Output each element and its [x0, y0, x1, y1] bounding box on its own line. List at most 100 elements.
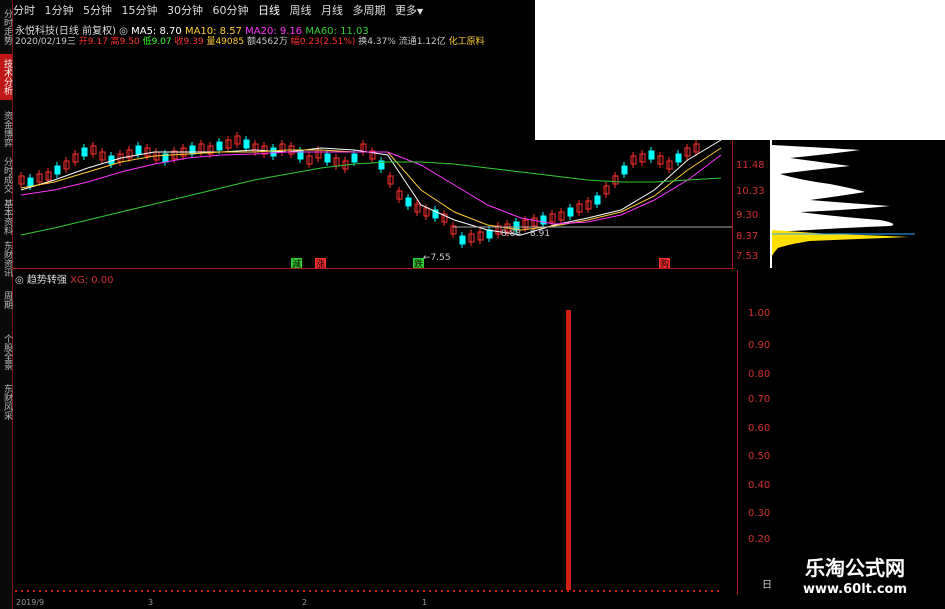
baseline-dot [405, 590, 407, 592]
baseline-dot [543, 590, 545, 592]
candle [486, 229, 493, 239]
sidebar-item-jishu[interactable]: 技术分析 [0, 54, 12, 100]
baseline-dot [327, 590, 329, 592]
tab-30min[interactable]: 30分钟 [167, 3, 203, 19]
baseline-dot [633, 590, 635, 592]
baseline-dot [39, 590, 41, 592]
baseline-dot [423, 590, 425, 592]
sidebar-item-chengjiao[interactable]: 分时成交 [0, 156, 12, 194]
baseline-dot [429, 590, 431, 592]
baseline-dot [177, 590, 179, 592]
baseline-dot [87, 590, 89, 592]
candle [567, 207, 574, 217]
baseline-dot [267, 590, 269, 592]
baseline-dot [117, 590, 119, 592]
sidebar-item-zhouqi[interactable]: 周期 [0, 284, 12, 316]
baseline-dot [363, 590, 365, 592]
baseline-dot [33, 590, 35, 592]
baseline-dot [375, 590, 377, 592]
sidebar-item-zixun[interactable]: 东财资讯 [0, 240, 12, 278]
baseline-dot [591, 590, 593, 592]
tab-monthly[interactable]: 月线 [321, 3, 343, 19]
signal-label: 购 [660, 258, 669, 268]
baseline-dot [681, 590, 683, 592]
candle [405, 197, 412, 207]
tab-15min[interactable]: 15分钟 [122, 3, 158, 19]
candle [27, 177, 34, 187]
baseline-dot [579, 590, 581, 592]
baseline-dot [219, 590, 221, 592]
chip-distribution [770, 140, 915, 268]
baseline-dot [525, 590, 527, 592]
baseline-dot [435, 590, 437, 592]
watermark-url: www.60lt.com [802, 582, 908, 597]
ma10-line [20, 147, 722, 231]
tab-more[interactable]: 更多▼ [395, 3, 423, 20]
sidebar-item-zijin[interactable]: 资金博弈 [0, 106, 12, 152]
baseline-dot [15, 590, 17, 592]
baseline-dot [663, 590, 665, 592]
tab-weekly[interactable]: 周线 [290, 3, 312, 19]
baseline-dot [183, 590, 185, 592]
price-tick: 9.30 [736, 210, 759, 221]
tab-multi[interactable]: 多周期 [353, 3, 386, 19]
baseline-dot [411, 590, 413, 592]
sidebar-item-fenshi[interactable]: 分时走势 [0, 4, 12, 50]
baseline-dot [567, 590, 569, 592]
baseline-dot [687, 590, 689, 592]
baseline-dot [711, 590, 713, 592]
tab-fenshi[interactable]: 分时 [13, 3, 35, 19]
signal-label: 涨 [316, 259, 325, 268]
ma60-line [20, 161, 722, 236]
indicator-chart[interactable] [13, 270, 733, 595]
tab-60min[interactable]: 60分钟 [213, 3, 249, 19]
tab-1min[interactable]: 1分钟 [45, 3, 74, 19]
indicator-tick: 0.50 [748, 451, 771, 462]
baseline-dot [609, 590, 611, 592]
low-label: ←7.55 [423, 253, 451, 263]
sidebar-item-fengcai[interactable]: 东财风采 [0, 380, 12, 424]
indicator-axis-line [737, 270, 738, 595]
candle [594, 195, 601, 205]
date-label: 2019/9 [16, 598, 45, 607]
baseline-dot [231, 590, 233, 592]
ma5-line [20, 139, 722, 236]
baseline-dot [477, 590, 479, 592]
baseline-dot [657, 590, 659, 592]
price-tick: 10.33 [736, 186, 765, 197]
baseline-dot [51, 590, 53, 592]
tab-more-label: 更多 [395, 4, 417, 17]
tab-5min[interactable]: 5分钟 [83, 3, 112, 19]
baseline-dot [171, 590, 173, 592]
baseline-dot [597, 590, 599, 592]
baseline-dot [285, 590, 287, 592]
baseline-dot [717, 590, 719, 592]
baseline-dot [315, 590, 317, 592]
sidebar-item-quanjing[interactable]: 个股全景 [0, 330, 12, 374]
baseline-dot [693, 590, 695, 592]
baseline-dot [339, 590, 341, 592]
baseline-dot [501, 590, 503, 592]
baseline-dot [639, 590, 641, 592]
date-axis: 2019/9 3 2 1 [0, 596, 735, 609]
baseline-dot [99, 590, 101, 592]
baseline-dot [705, 590, 707, 592]
baseline-dot [471, 590, 473, 592]
candle [189, 145, 196, 155]
period-label: 日 [762, 580, 772, 591]
baseline-dot [621, 590, 623, 592]
baseline-dot [81, 590, 83, 592]
baseline-dot [75, 590, 77, 592]
indicator-tick: 0.30 [748, 508, 771, 519]
candle [324, 153, 331, 163]
sidebar-item-ziliao[interactable]: 基本资料 [0, 198, 12, 236]
tab-daily[interactable]: 日线 [258, 3, 280, 19]
indicator-tick: 0.20 [748, 534, 771, 545]
baseline-dot [603, 590, 605, 592]
baseline-dot [573, 590, 575, 592]
baseline-dot [105, 590, 107, 592]
candle [351, 153, 358, 163]
baseline-dot [669, 590, 671, 592]
baseline-dot [441, 590, 443, 592]
candlestick-chart[interactable]: 8.88 - 8.91 ←7.55 減 涨 跌 购 [13, 40, 733, 268]
